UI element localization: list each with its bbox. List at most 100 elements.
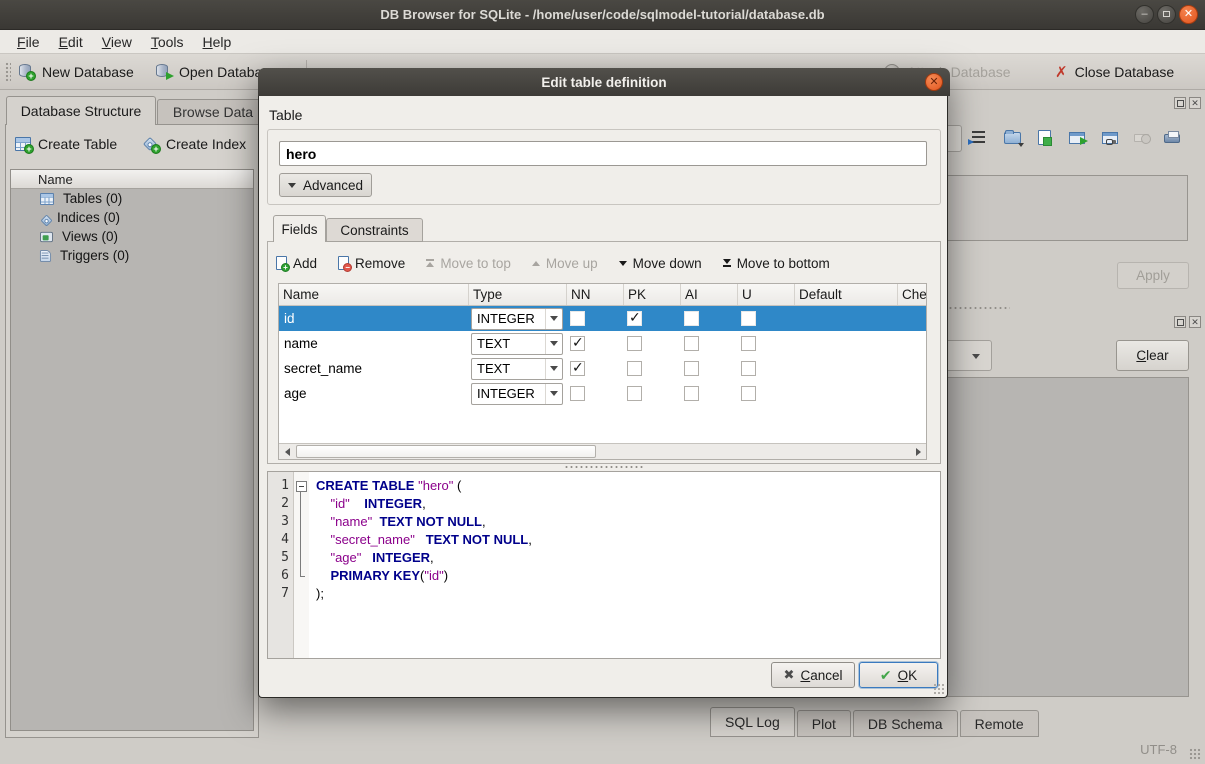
u-checkbox[interactable] <box>741 311 756 326</box>
apply-button[interactable]: Apply <box>1117 262 1189 289</box>
dialog-splitter-handle[interactable] <box>564 465 644 469</box>
nn-checkbox[interactable] <box>570 361 585 376</box>
tree-item-views[interactable]: Views (0) <box>11 227 253 246</box>
bottom-tab-remote[interactable]: Remote <box>960 710 1039 737</box>
default-cell[interactable] <box>795 331 898 356</box>
type-dropdown[interactable]: INTEGER <box>471 308 563 330</box>
sql-code[interactable]: CREATE TABLE "hero" ( "id" INTEGER, "nam… <box>309 472 940 658</box>
default-cell[interactable] <box>795 381 898 406</box>
import-file-icon[interactable] <box>1004 132 1021 144</box>
pk-checkbox[interactable] <box>627 361 642 376</box>
scroll-right-arrow[interactable] <box>910 444 926 459</box>
field-row-name[interactable]: nameTEXT <box>279 331 927 356</box>
u-checkbox[interactable] <box>741 336 756 351</box>
default-cell[interactable] <box>795 306 898 331</box>
tree-item-indices[interactable]: Indices (0) <box>11 208 253 227</box>
u-checkbox[interactable] <box>741 386 756 401</box>
tab-fields[interactable]: Fields <box>273 215 326 242</box>
column-header-default[interactable]: Default <box>795 284 898 305</box>
bottom-tab-db-schema[interactable]: DB Schema <box>853 710 958 737</box>
move-to-top-button[interactable]: Move to top <box>426 256 511 271</box>
field-name-cell[interactable]: name <box>279 331 469 356</box>
field-row-secret_name[interactable]: secret_nameTEXT <box>279 356 927 381</box>
text-mode-icon[interactable] <box>972 129 990 147</box>
ai-checkbox[interactable] <box>684 386 699 401</box>
table-name-input[interactable] <box>279 141 927 166</box>
ok-button[interactable]: ✔ OK <box>859 662 938 688</box>
dock-close-button[interactable]: ✕ <box>1189 97 1201 109</box>
tree-item-tables[interactable]: Tables (0) <box>11 189 253 208</box>
tab-database-structure[interactable]: Database Structure <box>6 96 156 125</box>
encoding-indicator[interactable]: UTF-8 <box>1140 742 1177 757</box>
print-icon[interactable] <box>1164 134 1180 143</box>
column-header-u[interactable]: U <box>738 284 795 305</box>
nn-checkbox[interactable] <box>570 336 585 351</box>
scroll-left-arrow[interactable] <box>279 444 295 459</box>
column-header-name[interactable]: Name <box>279 284 469 305</box>
dialog-close-button[interactable]: ✕ <box>925 73 943 91</box>
tree-item-triggers[interactable]: Triggers (0) <box>11 246 253 265</box>
remove-field-button[interactable]: − Remove <box>338 256 405 271</box>
field-row-id[interactable]: idINTEGER <box>279 306 927 331</box>
nn-checkbox[interactable] <box>570 386 585 401</box>
close-database-button[interactable]: ✗ Close Database <box>1055 54 1174 89</box>
default-cell[interactable] <box>795 356 898 381</box>
pk-checkbox[interactable] <box>627 336 642 351</box>
type-dropdown[interactable]: TEXT <box>471 333 563 355</box>
type-dropdown[interactable]: INTEGER <box>471 383 563 405</box>
column-header-pk[interactable]: PK <box>624 284 681 305</box>
type-dropdown[interactable]: TEXT <box>471 358 563 380</box>
field-name-cell[interactable]: id <box>279 306 469 331</box>
create-index-button[interactable]: + Create Index <box>142 136 246 152</box>
new-database-button[interactable]: + New Database <box>18 54 134 89</box>
fold-margin[interactable] <box>294 472 309 658</box>
scrollbar-thumb[interactable] <box>296 445 596 458</box>
dialog-resize-grip[interactable] <box>933 683 944 694</box>
check-cell[interactable] <box>898 356 927 381</box>
menu-tools[interactable]: Tools <box>142 32 194 52</box>
open-in-window-icon[interactable] <box>1069 132 1085 144</box>
pk-checkbox[interactable] <box>627 311 642 326</box>
menu-help[interactable]: Help <box>194 32 242 52</box>
dock-float-button[interactable] <box>1174 97 1186 109</box>
move-up-button[interactable]: Move up <box>532 256 598 271</box>
check-cell[interactable] <box>898 331 927 356</box>
ai-checkbox[interactable] <box>684 311 699 326</box>
dock-splitter-handle[interactable] <box>948 306 1010 310</box>
check-cell[interactable] <box>898 306 927 331</box>
toolbar-grip[interactable] <box>5 62 11 82</box>
bottom-tab-plot[interactable]: Plot <box>797 710 851 737</box>
dialog-titlebar[interactable]: Edit table definition ✕ <box>258 68 950 96</box>
tab-constraints[interactable]: Constraints <box>326 218 423 242</box>
ai-checkbox[interactable] <box>684 361 699 376</box>
clear-log-button[interactable]: Clear <box>1116 340 1189 371</box>
nn-checkbox[interactable] <box>570 311 585 326</box>
menu-edit[interactable]: Edit <box>50 32 93 52</box>
create-table-button[interactable]: + Create Table <box>15 136 117 152</box>
menu-view[interactable]: View <box>93 32 142 52</box>
column-header-check[interactable]: Check <box>898 284 927 305</box>
tree-header-name[interactable]: Name <box>11 170 253 189</box>
minimize-button[interactable]: – <box>1135 5 1154 24</box>
fold-marker[interactable] <box>294 477 309 495</box>
cancel-button[interactable]: ✖ Cancel <box>771 662 855 688</box>
maximize-button[interactable] <box>1157 5 1176 24</box>
horizontal-scrollbar[interactable] <box>279 443 926 459</box>
column-header-type[interactable]: Type <box>469 284 567 305</box>
column-header-ai[interactable]: AI <box>681 284 738 305</box>
column-header-nn[interactable]: NN <box>567 284 624 305</box>
export-file-icon[interactable] <box>1038 130 1051 145</box>
u-checkbox[interactable] <box>741 361 756 376</box>
bottom-tab-sql-log[interactable]: SQL Log <box>710 707 795 737</box>
move-down-button[interactable]: Move down <box>619 256 702 271</box>
pk-checkbox[interactable] <box>627 386 642 401</box>
field-name-cell[interactable]: secret_name <box>279 356 469 381</box>
check-cell[interactable] <box>898 381 927 406</box>
ai-checkbox[interactable] <box>684 336 699 351</box>
menu-file[interactable]: File <box>8 32 50 52</box>
sql-preview-editor[interactable]: 1234567 CREATE TABLE "hero" ( "id" INTEG… <box>267 471 941 659</box>
move-to-bottom-button[interactable]: Move to bottom <box>723 256 830 271</box>
link-cell-icon[interactable] <box>1102 132 1118 144</box>
close-window-button[interactable]: ✕ <box>1179 5 1198 24</box>
field-row-age[interactable]: ageINTEGER <box>279 381 927 406</box>
